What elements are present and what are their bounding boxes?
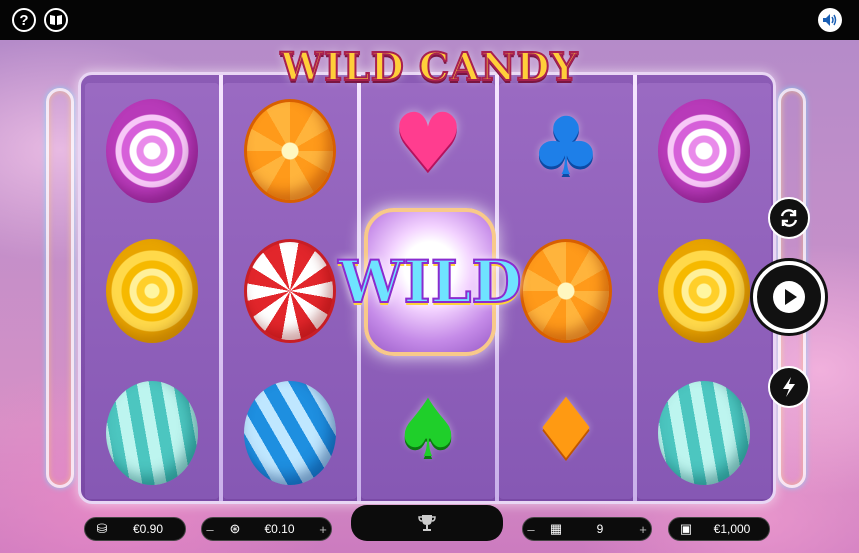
turbo-button[interactable] xyxy=(768,366,810,408)
lines-icon: ▦ xyxy=(549,521,563,536)
lemon-candy-symbol xyxy=(106,239,198,343)
wild-symbol: WILD xyxy=(337,208,523,358)
coin-value: €0.10 xyxy=(264,522,295,536)
balance-display: ▣ €1,000 xyxy=(668,517,770,541)
coin-increase-button[interactable]: + xyxy=(315,522,331,537)
stake-icon: ⛁ xyxy=(96,521,108,536)
swirl-candy-symbol xyxy=(658,99,750,203)
game-scene: ♥ ♠ ♣ ♦ WILD WILD CANDY xyxy=(0,40,859,553)
reel-1 xyxy=(85,83,219,499)
mint-candy-symbol xyxy=(658,381,750,485)
book-icon xyxy=(50,15,62,25)
wallet-icon: ▣ xyxy=(679,521,693,536)
lines-control: – ▦ 9 + xyxy=(522,517,652,541)
spin-button[interactable] xyxy=(753,261,825,333)
speaker-icon xyxy=(823,14,837,26)
frame-ornament-left xyxy=(46,88,74,488)
paytable-button[interactable] xyxy=(44,8,68,32)
mint-candy-symbol xyxy=(106,381,198,485)
sound-button[interactable] xyxy=(818,8,842,32)
help-button[interactable]: ? xyxy=(12,8,36,32)
orange-candy-symbol xyxy=(520,239,612,343)
lines-value: 9 xyxy=(596,522,604,536)
lines-decrease-button[interactable]: – xyxy=(523,522,539,537)
game-title: WILD CANDY xyxy=(280,43,579,90)
refresh-icon xyxy=(780,209,798,227)
blue-candy-symbol xyxy=(244,381,336,485)
balance-value: €1,000 xyxy=(713,522,751,536)
spade-symbol: ♠ xyxy=(392,382,464,475)
heart-symbol: ♥ xyxy=(392,96,464,189)
wild-label: WILD xyxy=(337,247,522,317)
lightning-icon xyxy=(783,377,795,397)
lemon-candy-symbol xyxy=(658,239,750,343)
orange-candy-symbol xyxy=(244,99,336,203)
play-icon xyxy=(773,281,805,313)
coin-value-control: – ⊛ €0.10 + xyxy=(201,517,332,541)
win-display xyxy=(351,505,503,541)
autoplay-button[interactable] xyxy=(768,197,810,239)
coin-decrease-button[interactable]: – xyxy=(202,522,218,537)
reel-5 xyxy=(637,83,771,499)
lines-increase-button[interactable]: + xyxy=(635,522,651,537)
total-bet-value: €0.90 xyxy=(132,522,164,536)
trophy-icon xyxy=(418,515,436,531)
swirl-candy-symbol xyxy=(106,99,198,203)
help-icon: ? xyxy=(19,11,29,29)
total-bet-display: ⛁ €0.90 xyxy=(84,517,186,541)
club-symbol: ♣ xyxy=(530,100,602,193)
peppermint-candy-symbol xyxy=(244,239,336,343)
top-bar: ? xyxy=(0,0,859,40)
chip-icon: ⊛ xyxy=(229,521,241,536)
diamond-symbol: ♦ xyxy=(528,380,604,478)
